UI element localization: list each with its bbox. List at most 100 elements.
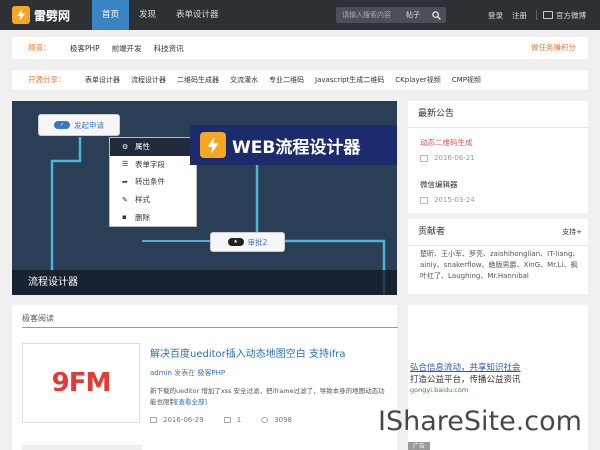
lightning-icon <box>12 6 30 24</box>
flow-node-label: 审批2 <box>247 237 268 247</box>
hero-banner: WEB流程设计器 <box>190 125 397 165</box>
site-logo[interactable]: 雷劈网 <box>12 6 70 24</box>
post-meta-text: 发表在 <box>174 369 196 377</box>
earn-points-link[interactable]: 做任务赚积分 <box>531 37 576 59</box>
support-link[interactable]: 支持+ <box>562 219 582 245</box>
open-source-bar: 开源分享： 表单设计器 流程设计器 二维码生成器 交流灌水 专业二维码 Java… <box>12 70 588 90</box>
check-icon: ✓ <box>54 121 70 129</box>
login-link[interactable]: 登录 <box>488 10 503 21</box>
channel-frontend[interactable]: 前端开发 <box>112 43 142 54</box>
menu-item-label: 属性 <box>135 142 150 152</box>
ad-subline: 打造公益平台，传播公益资讯 <box>410 375 521 385</box>
tool-link[interactable]: CMP视频 <box>452 75 481 85</box>
post-comments: 1 <box>236 416 242 424</box>
weibo-icon <box>543 11 553 19</box>
thumbnail-logo-text: 9FM <box>51 368 112 398</box>
menu-item-delete[interactable]: ▪ 删除 <box>110 208 196 226</box>
list-icon: ☰ <box>122 160 129 169</box>
post-stats: 2016-06-29 1 3098 <box>150 416 390 424</box>
channel-label: 频道： <box>28 43 51 52</box>
main-nav: 首页 发现 表单设计器 <box>92 0 229 30</box>
tool-link[interactable]: Javascript生成二维码 <box>315 75 384 85</box>
menu-item-style[interactable]: ✎ 样式 <box>110 191 196 209</box>
notice-item[interactable]: 微信编辑器 2015-03-24 <box>420 179 475 204</box>
blog-section: 极客阅读 9FM 解决百度ueditor插入动态地图空白 支持ifra admi… <box>12 305 398 450</box>
weibo-link[interactable]: 官方微博 <box>543 10 586 21</box>
ad-badge: 广告 <box>408 442 430 450</box>
notice-item-title[interactable]: 微信编辑器 <box>420 179 475 190</box>
search-input[interactable] <box>336 7 400 23</box>
notice-item-date: 2016-06-21 <box>434 154 475 162</box>
register-link[interactable]: 注册 <box>512 10 527 21</box>
post-meta: admin 发表在 极客PHP <box>150 368 390 378</box>
contributors-title: 贡献者 <box>418 227 446 237</box>
tool-link[interactable]: 流程设计器 <box>131 75 166 85</box>
ad-headline[interactable]: 弘合信息流动，共享知识社会 <box>410 361 521 373</box>
tool-link[interactable]: 专业二维码 <box>269 75 304 85</box>
wrench-icon: ✎ <box>122 195 128 204</box>
section-title: 极客阅读 <box>22 314 54 323</box>
tool-link[interactable]: 表单设计器 <box>85 75 120 85</box>
search-icon[interactable] <box>428 7 444 23</box>
nav-home[interactable]: 首页 <box>92 0 130 30</box>
context-menu: ⚙ 属性 ☰ 表单字段 ➦ 转出条件 ✎ 样式 ▪ 删除 <box>109 137 197 227</box>
calendar-icon <box>420 154 428 162</box>
channel-geek-php[interactable]: 极客PHP <box>70 43 100 54</box>
star-icon: ★ <box>227 238 244 246</box>
menu-item-conditions[interactable]: ➦ 转出条件 <box>110 173 196 191</box>
gear-icon: ⚙ <box>122 142 129 151</box>
nav-discover[interactable]: 发现 <box>129 0 166 30</box>
share-icon: ➦ <box>122 177 128 186</box>
contributors-panel: 贡献者 支持+ 楚昕、王小军、罗亮、zaishihonglian、IT-lian… <box>408 219 588 294</box>
flow-node-label: 发起申请 <box>74 120 104 130</box>
post-category[interactable]: 极客PHP <box>197 369 225 377</box>
post-author[interactable]: admin <box>150 369 172 377</box>
lightning-icon <box>200 132 226 158</box>
notice-item-title[interactable]: 动态二维码生成 <box>420 137 475 148</box>
menu-item-label: 表单字段 <box>135 159 165 169</box>
nav-form-designer[interactable]: 表单设计器 <box>166 0 229 30</box>
menu-item-properties[interactable]: ⚙ 属性 <box>110 138 196 156</box>
notice-panel: 最新公告 动态二维码生成 2016-06-21 微信编辑器 2015-03-24 <box>408 101 588 213</box>
channel-bar: 频道： 极客PHP 前端开发 科技资讯 做任务赚积分 <box>12 37 588 59</box>
hero-banner-text: WEB流程设计器 <box>232 137 361 158</box>
trash-icon: ▪ <box>122 213 127 222</box>
menu-item-form-fields[interactable]: ☰ 表单字段 <box>110 156 196 174</box>
post-views: 3098 <box>274 416 292 424</box>
logo-text: 雷劈网 <box>34 8 71 23</box>
channel-tech-news[interactable]: 科技资讯 <box>154 43 184 54</box>
divider <box>536 10 537 20</box>
menu-item-label: 样式 <box>135 195 150 205</box>
search-scope-select[interactable]: 帖子 <box>406 7 420 23</box>
post-excerpt: 新下载的ueditor 增加了xss 安全过滤，把iframe过滤了，导致本身的… <box>150 386 390 408</box>
top-navbar: 雷劈网 首页 发现 表单设计器 帖子 登录 注册 官方微博 <box>0 0 600 30</box>
hero-caption[interactable]: 流程设计器 <box>12 270 397 295</box>
tool-link[interactable]: 交流灌水 <box>230 75 258 85</box>
notice-item[interactable]: 动态二维码生成 2016-06-21 <box>420 137 475 162</box>
weibo-label: 官方微博 <box>556 10 586 20</box>
post-thumbnail[interactable]: 9FM <box>22 343 140 423</box>
open-source-label: 开源分享： <box>28 75 66 84</box>
next-post-placeholder <box>22 445 142 450</box>
comment-icon <box>223 417 231 423</box>
calendar-icon <box>420 196 428 204</box>
ad-url[interactable]: gongyi.baidu.com <box>410 386 468 394</box>
notice-title: 最新公告 <box>418 109 455 119</box>
read-more-link[interactable]: [查看全部] <box>176 398 207 406</box>
watermark: IShareSite.com <box>378 406 582 437</box>
tool-link[interactable]: 二维码生成器 <box>177 75 219 85</box>
hero-slider[interactable]: ✓ 发起申请 ★ 审批2 ⚙ 属性 ☰ 表单字段 ➦ 转出条件 ✎ 样式 ▪ 删… <box>12 101 397 295</box>
flow-node-start[interactable]: ✓ 发起申请 <box>38 114 120 136</box>
divider <box>408 127 588 128</box>
menu-item-label: 删除 <box>135 212 150 222</box>
contributors-list: 楚昕、王小军、罗亮、zaishihonglian、IT-liang、ainiy、… <box>420 250 580 280</box>
post-date: 2016-06-29 <box>163 416 204 424</box>
thumb-text: 9FM <box>51 368 112 398</box>
flow-node-approve[interactable]: ★ 审批2 <box>210 232 285 252</box>
post-title[interactable]: 解决百度ueditor插入动态地图空白 支持ifra <box>150 345 390 360</box>
divider <box>408 245 588 246</box>
search-box: 帖子 <box>336 7 446 23</box>
divider <box>22 327 398 328</box>
tool-link[interactable]: CKplayer视频 <box>395 75 440 85</box>
eye-icon <box>261 417 269 423</box>
